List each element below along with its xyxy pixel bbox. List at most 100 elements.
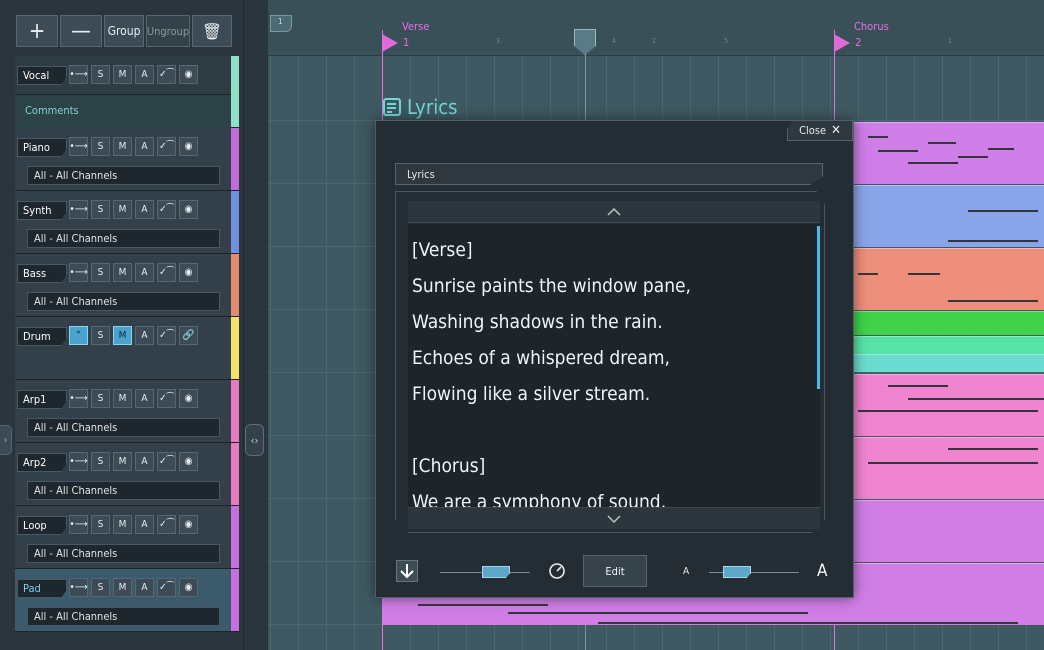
auto-button[interactable]: A — [135, 389, 154, 408]
solo-button[interactable]: S — [91, 65, 110, 84]
mute-button[interactable]: M — [113, 65, 132, 84]
solo-button[interactable]: S — [91, 452, 110, 471]
mute-button[interactable]: M — [113, 263, 132, 282]
curve-button[interactable]: ✓⁀ — [157, 263, 176, 282]
route-button[interactable]: •⟶ — [69, 200, 88, 219]
record-button[interactable]: ◉ — [179, 515, 198, 534]
solo-button[interactable]: S — [91, 137, 110, 156]
scroll-speed-slider-thumb[interactable] — [482, 566, 510, 578]
curve-button[interactable]: ✓⁀ — [157, 515, 176, 534]
record-button[interactable]: ◉ — [179, 452, 198, 471]
track-piano[interactable]: Piano •⟶ S M A ✓⁀ ◉ All - All Channels — [15, 128, 239, 191]
drum-clip[interactable] — [852, 354, 1044, 372]
channel-selector[interactable]: All - All Channels — [27, 292, 220, 311]
edit-lyrics-button[interactable]: Edit — [583, 555, 647, 587]
scroll-up-button[interactable] — [408, 201, 820, 223]
track-name-field[interactable]: Arp2 — [17, 453, 67, 472]
delete-track-button[interactable]: 🗑 — [192, 15, 232, 47]
track-bass[interactable]: Bass •⟶ S M A ✓⁀ ◉ All - All Channels — [15, 254, 239, 317]
mute-button[interactable]: M — [113, 137, 132, 156]
route-button[interactable]: •⟶ — [69, 137, 88, 156]
track-arp1[interactable]: Arp1 •⟶ S M A ✓⁀ ◉ All - All Channels — [15, 380, 239, 443]
mute-button[interactable]: M — [113, 200, 132, 219]
drum-clip[interactable] — [852, 311, 1044, 335]
curve-button[interactable]: ✓⁀ — [157, 389, 176, 408]
channel-selector[interactable]: All - All Channels — [27, 544, 220, 563]
group-button[interactable]: Group — [104, 15, 144, 47]
scroll-down-button[interactable] — [408, 507, 820, 529]
channel-selector[interactable]: All - All Channels — [27, 166, 220, 185]
collapse-button[interactable]: ⌃ — [69, 326, 88, 345]
route-button[interactable]: •⟶ — [69, 515, 88, 534]
close-button[interactable]: Close ✕ — [787, 121, 853, 141]
route-button[interactable]: •⟶ — [69, 263, 88, 282]
track-name-field[interactable]: Piano — [17, 138, 67, 157]
mute-button[interactable]: M — [113, 326, 132, 345]
solo-button[interactable]: S — [91, 200, 110, 219]
route-button[interactable]: •⟶ — [69, 452, 88, 471]
track-name-field[interactable]: Arp1 — [17, 390, 67, 409]
track-name-field[interactable]: Pad — [17, 579, 67, 598]
track-arp2[interactable]: Arp2 •⟶ S M A ✓⁀ ◉ All - All Channels — [15, 443, 239, 506]
track-loop[interactable]: Loop •⟶ S M A ✓⁀ ◉ All - All Channels — [15, 506, 239, 569]
channel-selector[interactable]: All - All Channels — [27, 418, 220, 437]
curve-button[interactable]: ✓⁀ — [157, 65, 176, 84]
curve-button[interactable]: ✓⁀ — [157, 578, 176, 597]
track-vocal[interactable]: Vocal •⟶ S M A ✓⁀ ◉ Comments — [15, 56, 239, 128]
track-pad[interactable]: Pad •⟶ S M A ✓⁀ ◉ All - All Channels — [15, 569, 239, 632]
auto-button[interactable]: A — [135, 263, 154, 282]
auto-button[interactable]: A — [135, 65, 154, 84]
ungroup-button[interactable]: Ungroup — [146, 15, 190, 47]
piano-clip[interactable] — [852, 122, 1044, 184]
record-button[interactable]: ◉ — [179, 200, 198, 219]
lyrics-text-area[interactable]: [Verse] Sunrise paints the window pane, Wa… — [408, 224, 820, 511]
font-size-slider-thumb[interactable] — [723, 566, 751, 578]
solo-button[interactable]: S — [91, 515, 110, 534]
drum-clip[interactable] — [852, 336, 1044, 354]
curve-button[interactable]: ✓⁀ — [157, 326, 176, 345]
record-button[interactable]: ◉ — [179, 65, 198, 84]
track-name-field[interactable]: Loop — [17, 516, 67, 535]
mute-button[interactable]: M — [113, 515, 132, 534]
curve-button[interactable]: ✓⁀ — [157, 452, 176, 471]
auto-button[interactable]: A — [135, 515, 154, 534]
scroll-to-end-button[interactable] — [396, 560, 418, 582]
panel-resize-handle[interactable]: ‹› — [245, 424, 264, 456]
auto-button[interactable]: A — [135, 326, 154, 345]
track-name-field[interactable]: Vocal — [17, 66, 67, 85]
record-button[interactable]: ◉ — [179, 263, 198, 282]
solo-button[interactable]: S — [91, 263, 110, 282]
auto-button[interactable]: A — [135, 452, 154, 471]
channel-selector[interactable]: All - All Channels — [27, 481, 220, 500]
channel-selector[interactable]: All - All Channels — [27, 607, 220, 626]
arp1-clip[interactable] — [852, 374, 1044, 436]
channel-selector[interactable]: All - All Channels — [27, 229, 220, 248]
auto-button[interactable]: A — [135, 578, 154, 597]
expand-left-handle[interactable]: › — [0, 425, 12, 455]
curve-button[interactable]: ✓⁀ — [157, 137, 176, 156]
route-button[interactable]: •⟶ — [69, 389, 88, 408]
record-button[interactable]: ◉ — [179, 389, 198, 408]
lyrics-scrollbar[interactable] — [817, 226, 820, 389]
synth-clip[interactable] — [852, 185, 1044, 247]
curve-button[interactable]: ✓⁀ — [157, 200, 176, 219]
remove-track-button[interactable]: — — [60, 15, 102, 47]
start-marker[interactable]: 1 — [270, 15, 292, 32]
track-name-field[interactable]: Drum — [17, 327, 67, 346]
solo-button[interactable]: S — [91, 389, 110, 408]
font-size-slider-track[interactable] — [709, 572, 799, 573]
auto-button[interactable]: A — [135, 137, 154, 156]
mute-button[interactable]: M — [113, 389, 132, 408]
track-synth[interactable]: Synth •⟶ S M A ✓⁀ ◉ All - All Channels — [15, 191, 239, 254]
mute-button[interactable]: M — [113, 578, 132, 597]
solo-button[interactable]: S — [91, 578, 110, 597]
mute-button[interactable]: M — [113, 452, 132, 471]
playhead-handle[interactable] — [574, 29, 596, 55]
solo-button[interactable]: S — [91, 326, 110, 345]
link-button[interactable]: 🔗 — [179, 326, 198, 345]
add-track-button[interactable]: + — [16, 15, 58, 47]
comments-lane[interactable]: Comments — [15, 94, 231, 128]
record-button[interactable]: ◉ — [179, 137, 198, 156]
route-button[interactable]: •⟶ — [69, 65, 88, 84]
track-drum[interactable]: Drum ⌃ S M A ✓⁀ 🔗 — [15, 317, 239, 380]
